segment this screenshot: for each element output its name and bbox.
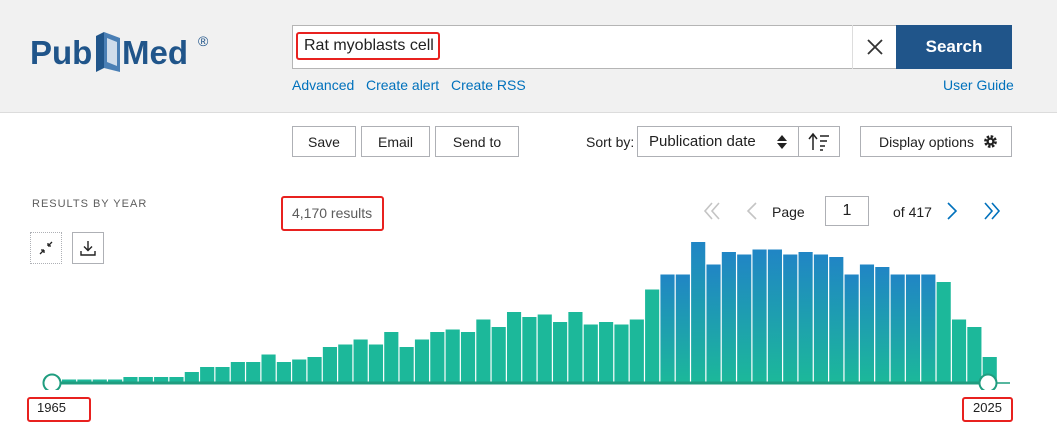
year-bar-6[interactable] xyxy=(154,377,169,382)
year-bar-7[interactable] xyxy=(169,377,184,382)
search-input[interactable] xyxy=(298,31,838,61)
year-bar-50[interactable] xyxy=(829,257,844,382)
year-bar-35[interactable] xyxy=(599,322,614,382)
year-bar-24[interactable] xyxy=(430,332,445,382)
year-bar-34[interactable] xyxy=(583,324,598,383)
previous-page-button[interactable] xyxy=(740,199,764,223)
year-bar-32[interactable] xyxy=(553,322,568,382)
start-year-label: 1965 xyxy=(37,400,66,415)
year-bar-43[interactable] xyxy=(721,252,736,382)
year-bar-31[interactable] xyxy=(537,314,552,383)
year-bar-51[interactable] xyxy=(844,274,859,383)
sort-select[interactable]: Publication date xyxy=(637,126,799,157)
year-bar-57[interactable] xyxy=(936,282,951,382)
double-chevron-left-icon xyxy=(703,202,720,220)
sort-order-icon xyxy=(808,132,829,151)
double-chevron-right-icon xyxy=(984,202,1001,220)
year-bar-23[interactable] xyxy=(414,339,430,383)
year-bar-16[interactable] xyxy=(307,357,322,382)
year-bar-30[interactable] xyxy=(522,317,537,382)
registered-mark: ® xyxy=(198,33,209,49)
chevron-right-icon xyxy=(947,202,958,220)
year-bar-37[interactable] xyxy=(629,319,644,383)
year-bar-9[interactable] xyxy=(200,367,215,382)
sort-arrows-icon xyxy=(777,135,787,149)
chevron-left-icon xyxy=(746,202,757,220)
gear-icon xyxy=(984,135,997,148)
year-bar-52[interactable] xyxy=(859,264,875,383)
year-bar-47[interactable] xyxy=(783,254,798,383)
email-button[interactable]: Email xyxy=(361,126,430,157)
year-bar-10[interactable] xyxy=(215,367,230,382)
sort-label: Sort by: xyxy=(586,134,635,150)
year-bar-36[interactable] xyxy=(614,324,629,383)
logo-text-right: Med xyxy=(122,34,188,71)
year-bar-39[interactable] xyxy=(660,274,675,383)
logo-text-left: Pub xyxy=(30,34,92,71)
results-by-year-chart[interactable] xyxy=(0,225,1057,390)
year-bar-28[interactable] xyxy=(491,327,506,382)
search-button[interactable]: Search xyxy=(896,25,1012,69)
year-bar-59[interactable] xyxy=(967,327,982,382)
slider-end-handle[interactable] xyxy=(978,373,998,391)
year-bar-22[interactable] xyxy=(399,347,414,382)
year-bar-46[interactable] xyxy=(767,249,782,383)
page-total: of 417 xyxy=(893,204,932,220)
results-by-year-title: RESULTS BY YEAR xyxy=(32,198,148,210)
year-bar-12[interactable] xyxy=(246,362,261,382)
clear-search-button[interactable] xyxy=(852,25,896,69)
page-label: Page xyxy=(772,204,805,220)
year-bar-5[interactable] xyxy=(138,377,153,382)
display-options-button[interactable]: Display options xyxy=(860,126,1012,157)
year-bar-53[interactable] xyxy=(875,267,890,382)
year-bar-15[interactable] xyxy=(292,359,307,383)
year-bar-26[interactable] xyxy=(460,332,476,382)
year-bar-29[interactable] xyxy=(506,312,522,382)
year-bar-58[interactable] xyxy=(951,319,967,383)
year-bar-42[interactable] xyxy=(706,264,721,383)
year-bar-27[interactable] xyxy=(476,319,491,383)
year-bar-38[interactable] xyxy=(645,289,660,383)
next-page-button[interactable] xyxy=(940,199,964,223)
pubmed-logo[interactable]: Pub Med ® xyxy=(30,28,220,78)
year-bar-49[interactable] xyxy=(813,254,829,383)
year-bar-56[interactable] xyxy=(921,274,936,383)
page-number-input[interactable] xyxy=(825,196,869,226)
sort-order-button[interactable] xyxy=(798,126,840,157)
create-alert-link[interactable]: Create alert xyxy=(366,77,439,93)
year-bar-11[interactable] xyxy=(230,362,245,382)
first-page-button[interactable] xyxy=(700,199,724,223)
slider-start-handle[interactable] xyxy=(42,373,62,391)
advanced-link[interactable]: Advanced xyxy=(292,77,354,93)
end-year-label: 2025 xyxy=(973,400,1002,415)
year-bar-20[interactable] xyxy=(368,344,384,383)
year-bar-13[interactable] xyxy=(261,354,276,383)
last-page-button[interactable] xyxy=(980,199,1004,223)
year-bar-54[interactable] xyxy=(890,274,905,383)
save-button[interactable]: Save xyxy=(292,126,356,157)
results-count: 4,170 results xyxy=(292,205,373,221)
year-bar-45[interactable] xyxy=(752,249,767,383)
year-bar-41[interactable] xyxy=(691,242,706,382)
year-bar-44[interactable] xyxy=(737,254,752,383)
year-bar-8[interactable] xyxy=(184,372,199,382)
year-bar-21[interactable] xyxy=(384,332,399,382)
sort-select-value: Publication date xyxy=(649,133,756,150)
year-bar-48[interactable] xyxy=(798,252,813,382)
year-bar-18[interactable] xyxy=(338,344,353,383)
year-bar-17[interactable] xyxy=(322,347,337,382)
year-bar-19[interactable] xyxy=(353,339,368,383)
year-bar-33[interactable] xyxy=(568,312,583,382)
year-bar-14[interactable] xyxy=(276,362,291,382)
year-bar-40[interactable] xyxy=(675,274,690,383)
create-rss-link[interactable]: Create RSS xyxy=(451,77,526,93)
send-to-button[interactable]: Send to xyxy=(435,126,519,157)
close-icon xyxy=(866,39,883,55)
year-bar-25[interactable] xyxy=(445,329,460,383)
year-bar-4[interactable] xyxy=(123,377,138,382)
year-bar-55[interactable] xyxy=(905,274,921,383)
user-guide-link[interactable]: User Guide xyxy=(943,77,1014,93)
display-options-label: Display options xyxy=(879,133,974,150)
